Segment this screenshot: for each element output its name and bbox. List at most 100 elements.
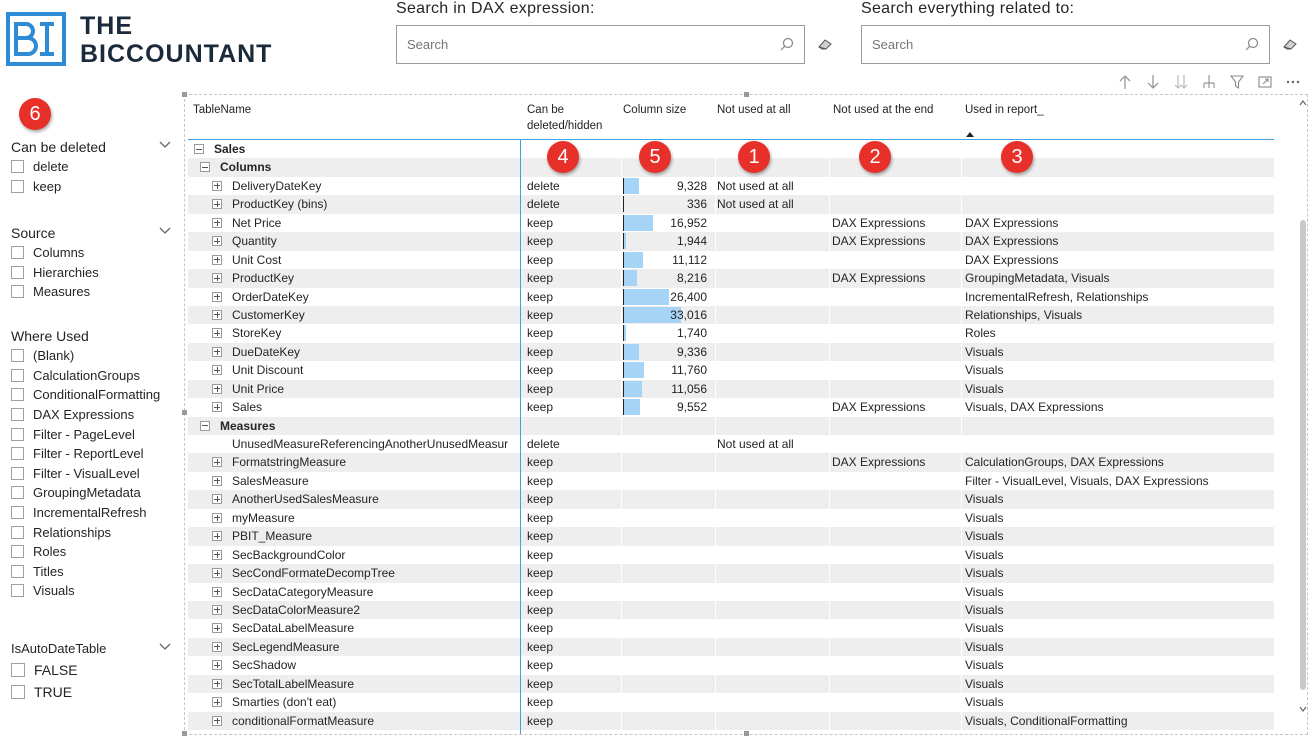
table-row[interactable]: conditionalFormatMeasure keep Visuals, Con… [188,711,1274,730]
collapse-icon[interactable] [200,420,210,431]
slicer-item[interactable]: IncrementalRefresh [11,503,173,523]
checkbox[interactable] [11,408,24,422]
collapse-icon[interactable] [200,162,210,173]
search-all-input[interactable] [862,26,1222,63]
expand-icon[interactable] [212,531,222,542]
slicer-item[interactable]: CalculationGroups [11,366,173,386]
expand-icon[interactable] [212,291,222,302]
checkbox[interactable] [11,663,25,677]
checkbox[interactable] [11,486,24,500]
slicer-item[interactable]: ConditionalFormatting [11,385,173,405]
expand-icon[interactable] [212,697,222,708]
table-row[interactable]: SecDataCategoryMeasure keep Visuals [188,583,1274,601]
checkbox[interactable] [11,265,24,279]
slicer-item[interactable]: Relationships [11,522,173,542]
expand-icon[interactable] [212,678,222,689]
table-row[interactable]: SecLegendMeasure keep Visuals [188,637,1274,657]
table-row[interactable]: OrderDateKey keep 26,400 IncrementalRefresh… [188,288,1274,306]
drill-up-icon[interactable] [1114,72,1136,92]
checkbox[interactable] [11,466,24,480]
checkbox[interactable] [11,447,24,461]
table-row[interactable]: SecShadow keep Visuals [188,656,1274,674]
eraser-icon[interactable] [817,37,833,51]
search-dax-input[interactable] [397,26,757,63]
table-group-row[interactable]: Sales [188,140,1274,158]
slicer-item[interactable]: Titles [11,562,173,582]
slicer-item-columns[interactable]: Columns [11,243,173,263]
table-group-row[interactable]: Columns [188,158,1274,177]
expand-icon[interactable] [212,549,222,560]
checkbox[interactable] [11,545,24,559]
expand-icon[interactable] [212,494,222,505]
expand-icon[interactable] [212,475,222,486]
drill-down-icon[interactable] [1142,72,1164,92]
table-row[interactable]: Unit Cost keep 11,112 DAX Expressions [188,251,1274,269]
checkbox[interactable] [11,160,24,174]
slicer-item-false[interactable]: FALSE [11,659,173,681]
expand-icon[interactable] [212,328,222,339]
checkbox[interactable] [11,246,24,260]
expand-icon[interactable] [212,586,222,597]
slicer-item[interactable]: (Blank) [11,346,173,366]
table-row[interactable]: myMeasure keep Visuals [188,509,1274,527]
header-used-in-report[interactable]: Used in report_ [965,102,1044,118]
expand-icon[interactable] [212,457,222,468]
scrollbar-thumb[interactable] [1300,220,1306,690]
expand-icon[interactable] [212,346,222,357]
checkbox[interactable] [11,427,24,441]
table-row[interactable]: Unit Discount keep 11,760 Visuals [188,361,1274,379]
expand-icon[interactable] [212,623,222,634]
table-row[interactable]: SecBackgroundColor keep Visuals [188,546,1274,564]
table-row[interactable]: Net Price keep 16,952 DAX Expressions DAX Ex… [188,214,1274,232]
search-icon[interactable] [1245,37,1259,51]
resize-handle[interactable] [182,731,187,736]
chevron-down-icon[interactable] [159,227,171,235]
checkbox[interactable] [11,685,25,699]
expand-icon[interactable] [212,309,222,320]
expand-icon[interactable] [212,512,222,523]
chevron-down-icon[interactable] [159,141,171,149]
slicer-item[interactable]: Visuals [11,581,173,601]
slicer-item-measures[interactable]: Measures [11,282,173,302]
expand-icon[interactable] [212,715,222,726]
table-row[interactable]: AnotherUsedSalesMeasure keep Visuals [188,490,1274,509]
table-group-row[interactable]: Measures [188,416,1274,435]
expand-icon[interactable] [212,254,222,265]
header-not-used-end[interactable]: Not used at the end [833,102,933,118]
checkbox[interactable] [11,285,24,299]
header-can-be-deleted[interactable]: Can be deleted/hidden [527,102,602,134]
slicer-item-keep[interactable]: keep [11,177,173,197]
expand-icon[interactable] [212,568,222,579]
slicer-item[interactable]: Filter - VisualLevel [11,464,173,484]
table-row[interactable]: SecDataColorMeasure2 keep Visuals [188,600,1274,620]
slicer-item[interactable]: DAX Expressions [11,405,173,425]
expand-icon[interactable] [212,365,222,376]
table-row[interactable]: PBIT_Measure keep Visuals [188,527,1274,546]
table-row[interactable]: SecDataLabelMeasure keep Visuals [188,619,1274,637]
slicer-item[interactable]: GroupingMetadata [11,483,173,503]
expand-icon[interactable] [212,236,222,247]
scroll-down-icon[interactable] [1299,706,1307,712]
checkbox[interactable] [11,349,24,363]
filter-icon[interactable] [1226,72,1248,92]
expand-icon[interactable] [212,273,222,284]
checkbox[interactable] [11,368,24,382]
table-row[interactable]: DeliveryDateKey delete 9,328 Not used at al… [188,177,1274,195]
checkbox[interactable] [11,179,24,193]
table-row[interactable]: Smarties (don't eat) keep Visuals [188,693,1274,711]
table-row[interactable]: SecTotalLabelMeasure keep Visuals [188,674,1274,694]
resize-handle[interactable] [182,410,187,415]
table-row[interactable]: SecCondFormateDecompTree keep Visuals [188,564,1274,583]
slicer-item[interactable]: Filter - PageLevel [11,424,173,444]
expand-icon[interactable] [212,180,222,191]
scroll-up-icon[interactable] [1299,100,1307,106]
table-row[interactable]: ProductKey (bins) delete 336 Not used at al… [188,195,1274,214]
expand-icon[interactable] [212,199,222,210]
table-row[interactable]: ProductKey keep 8,216 DAX Expressions Groupi… [188,269,1274,288]
collapse-icon[interactable] [194,144,204,154]
search-icon[interactable] [780,37,794,51]
header-not-used[interactable]: Not used at all [717,102,791,118]
table-row[interactable]: StoreKey keep 1,740 Roles [188,324,1274,342]
expand-icon[interactable] [212,402,222,413]
checkbox[interactable] [11,525,24,539]
